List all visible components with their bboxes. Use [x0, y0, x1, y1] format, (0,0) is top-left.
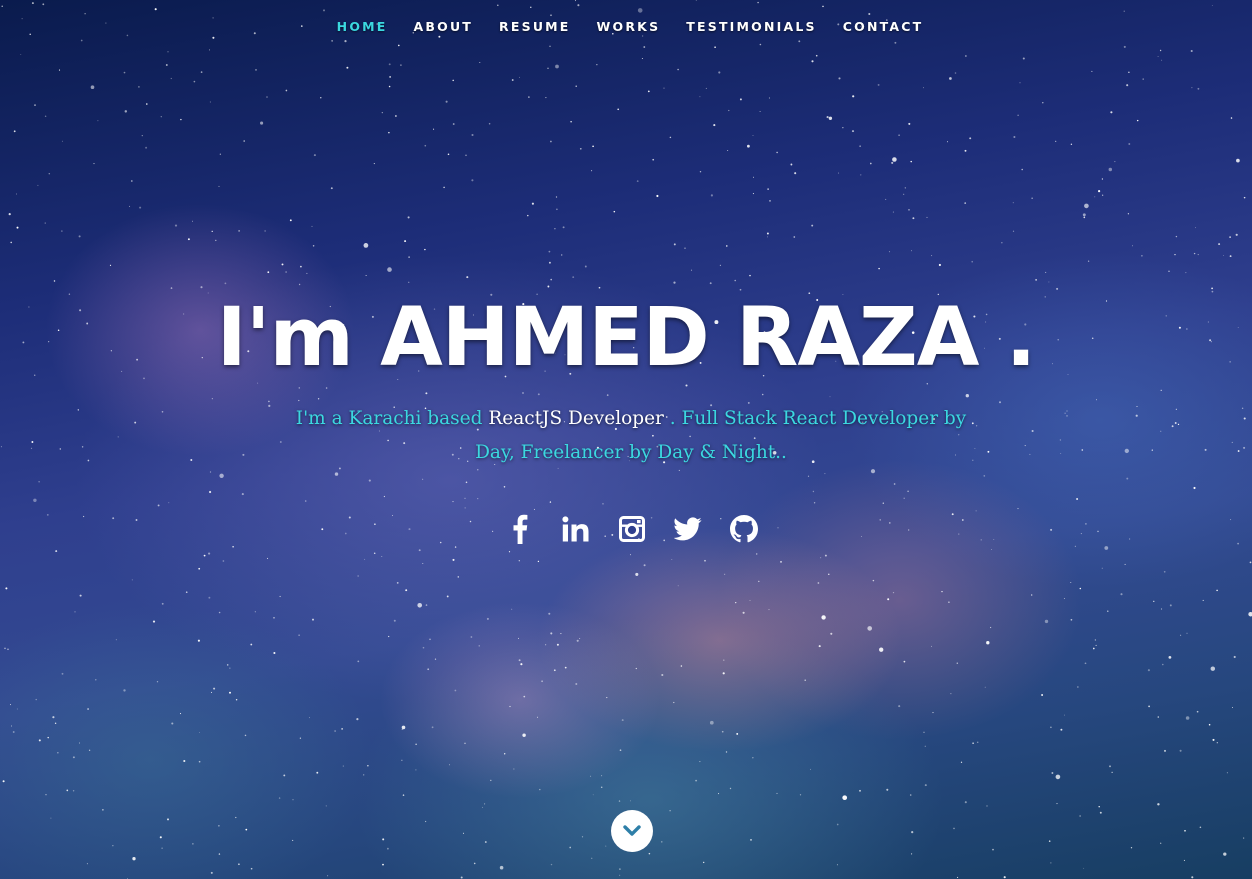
nav-item-home[interactable]: HOME — [337, 19, 388, 34]
nav-item-testimonials[interactable]: TESTIMONIALS — [686, 19, 816, 34]
facebook-icon — [513, 514, 528, 544]
twitter-icon — [674, 517, 702, 541]
hero-section: HOME ABOUT RESUME WORKS TESTIMONIALS CON… — [0, 0, 1252, 879]
main-nav: HOME ABOUT RESUME WORKS TESTIMONIALS CON… — [0, 16, 1252, 36]
github-link[interactable] — [727, 512, 761, 546]
chevron-down-icon — [623, 825, 641, 836]
github-icon — [730, 515, 758, 543]
nav-item-about[interactable]: ABOUT — [414, 19, 474, 34]
linkedin-link[interactable] — [559, 512, 593, 546]
instagram-link[interactable] — [615, 512, 649, 546]
tagline-role: ReactJS Developer — [488, 408, 664, 429]
social-links — [6, 512, 1252, 546]
hero-headline: I'm AHMED RAZA . — [216, 291, 1037, 385]
linkedin-icon — [562, 516, 589, 542]
instagram-icon — [619, 516, 645, 542]
nav-item-resume[interactable]: RESUME — [499, 19, 571, 34]
tagline-prefix: I'm a Karachi based — [295, 408, 489, 429]
twitter-link[interactable] — [671, 512, 705, 546]
nav-item-works[interactable]: WORKS — [597, 19, 661, 34]
facebook-link[interactable] — [503, 512, 537, 546]
hero-tagline: I'm a Karachi based ReactJS Developer . … — [276, 402, 986, 470]
nav-item-contact[interactable]: CONTACT — [843, 19, 924, 34]
scroll-down-button[interactable] — [611, 810, 653, 852]
